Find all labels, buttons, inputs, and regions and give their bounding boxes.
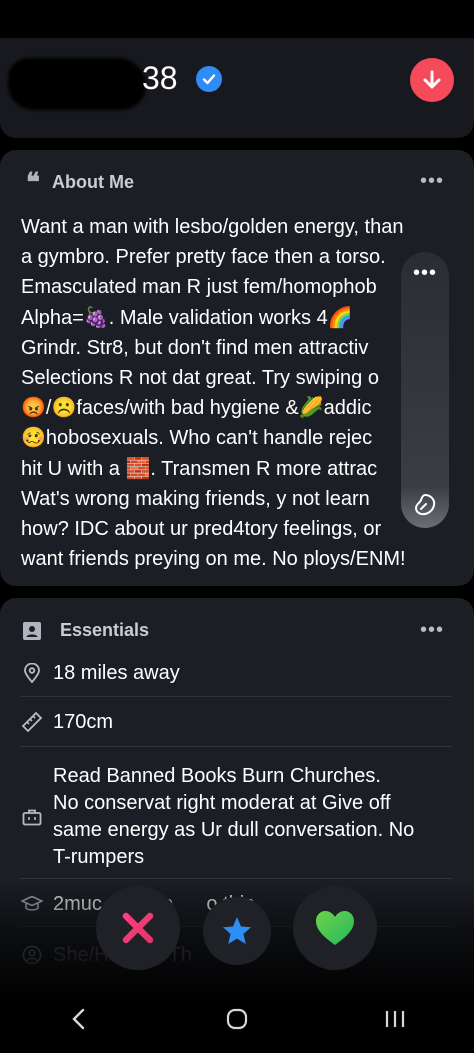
height-row: 170cm [20,698,452,747]
edge-panel-more-button[interactable]: ••• [401,262,449,285]
home-button[interactable] [207,994,267,1044]
profile-age: 38 [142,60,178,96]
briefcase-icon [20,808,44,826]
verified-badge-icon [196,66,222,92]
quote-icon: ❝ [26,167,40,198]
essentials-header: Essentials [22,620,149,641]
edge-panel-handle[interactable] [401,252,449,528]
ruler-icon [20,711,44,733]
id-card-icon [23,621,41,640]
chevron-left-icon [72,1008,85,1030]
about-me-title: About Me [52,172,134,192]
essentials-more-button[interactable]: ••• [420,619,444,642]
back-button[interactable] [49,994,109,1044]
x-icon [122,912,154,944]
like-button[interactable] [293,886,377,970]
job-line: same energy as Ur dull conversation. No [53,819,415,841]
height-text: 170cm [53,710,114,733]
super-like-button[interactable] [203,897,271,965]
job-line: No conservat right moderat at Give off [53,792,391,814]
about-line: Want a man with lesbo/golden energy, tha… [21,216,404,238]
heart-icon [316,911,354,945]
arrow-down-icon [423,70,441,89]
person-icon [20,945,44,965]
job-row: Read Banned Books Burn Churches. No cons… [20,756,452,879]
system-nav-bar [0,985,474,1053]
edge-panel-app-icon[interactable] [412,492,438,518]
job-line: Read Banned Books Burn Churches. [53,765,381,787]
distance-row: 18 miles away [20,650,452,697]
nope-button[interactable] [96,886,180,970]
collapse-profile-button[interactable] [410,58,454,102]
graduation-cap-icon [20,895,44,913]
recents-button[interactable] [365,994,425,1044]
job-line: T-rumpers [53,846,145,868]
distance-text: 18 miles away [53,661,180,684]
redacted-name [8,58,146,110]
home-icon [226,1008,248,1030]
about-line: want friends preying on me. No ploys/ENM… [21,548,406,571]
recents-icon [385,1011,405,1027]
job-text: Read Banned Books Burn Churches. No cons… [53,763,414,871]
location-pin-icon [20,663,44,683]
about-me-header: ❝ About Me [26,167,134,198]
star-icon [223,917,251,944]
about-line: how? IDC about ur pred4tory feelings, or [21,517,382,540]
about-more-button[interactable]: ••• [420,170,444,193]
essentials-title: Essentials [60,620,150,640]
